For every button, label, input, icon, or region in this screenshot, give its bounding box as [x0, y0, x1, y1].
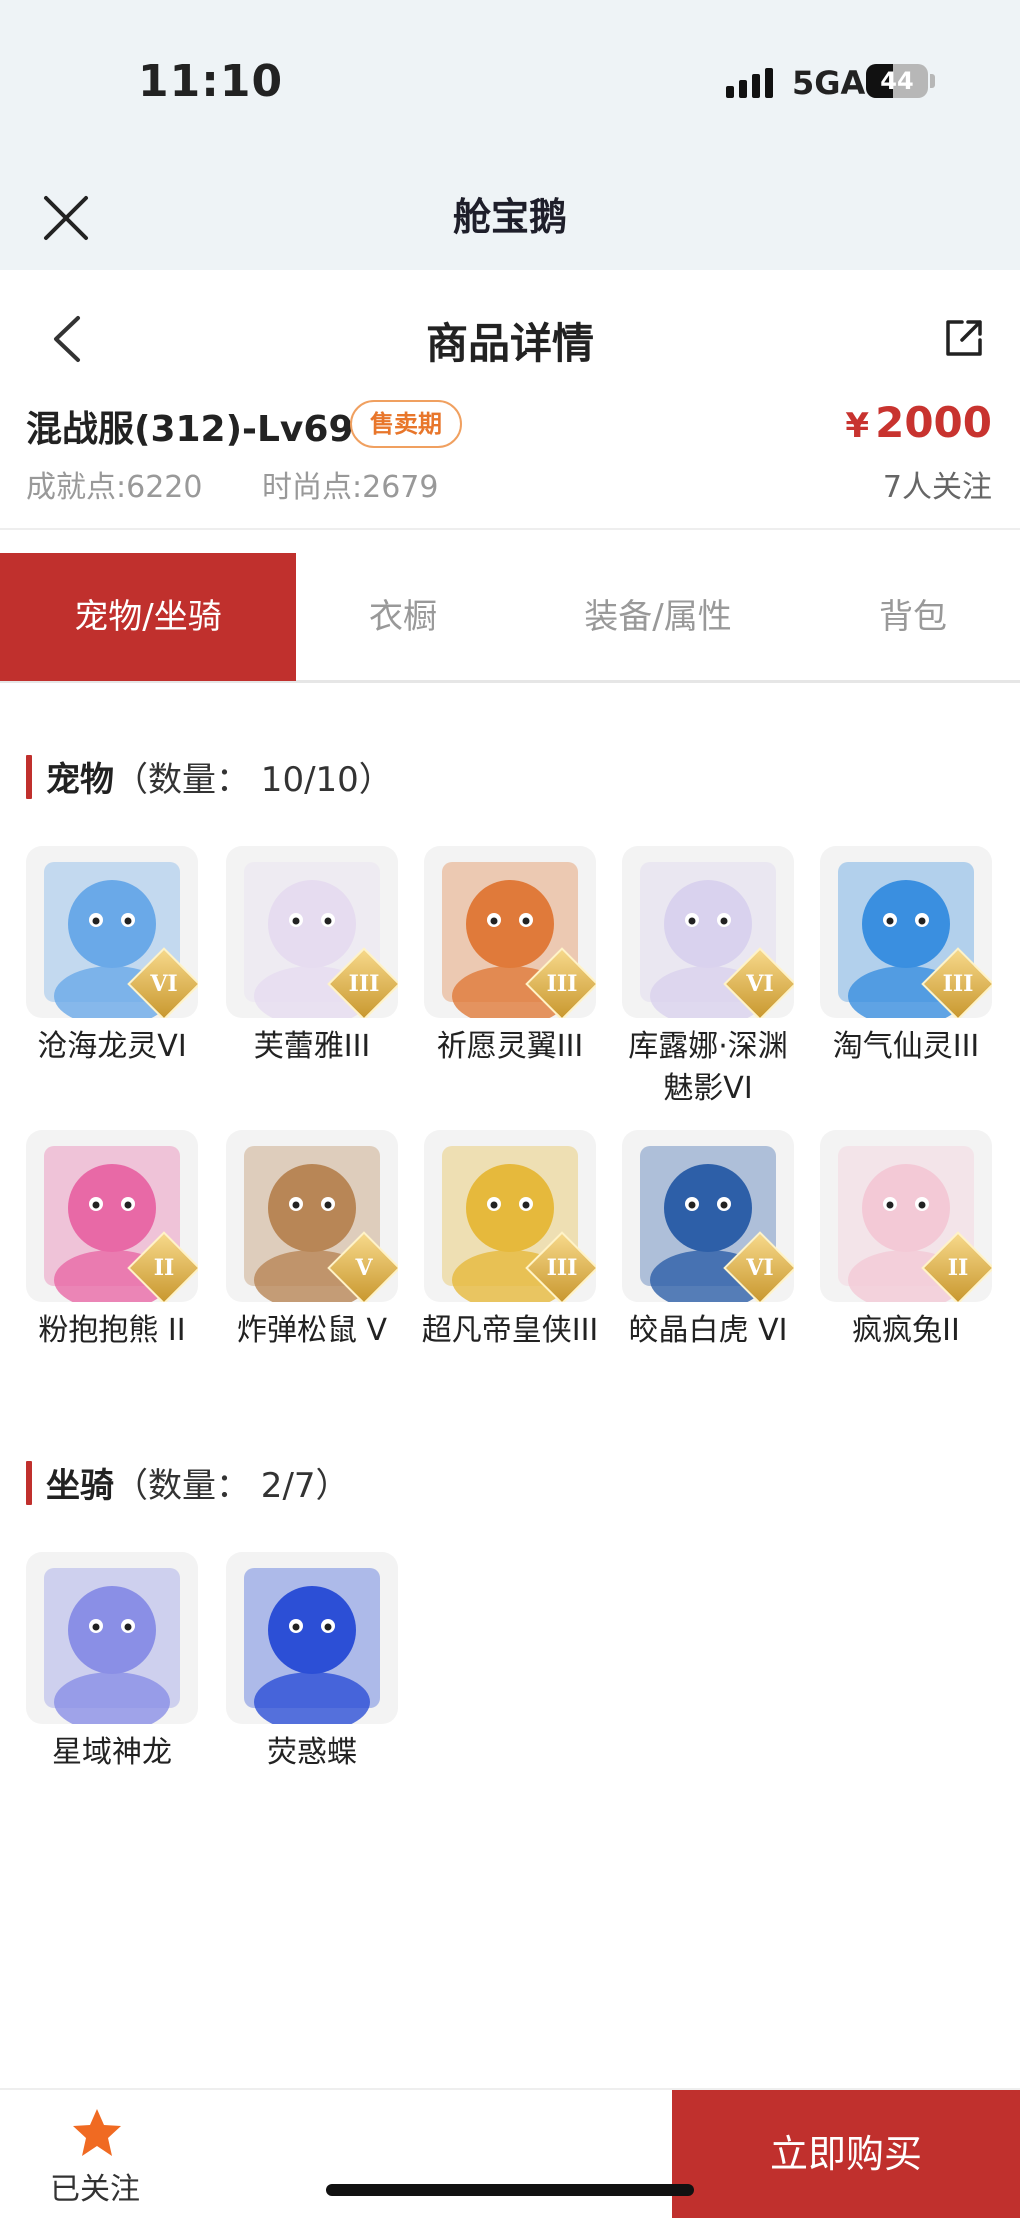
item-card[interactable]: III 超凡帝皇侠III: [420, 1130, 600, 1352]
pets-count: （数量： 10/10）: [114, 760, 393, 800]
network-label: 5GA: [792, 64, 866, 102]
mounts-section-title: 坐骑（数量： 2/7）: [26, 1458, 350, 1507]
tab-backpack[interactable]: 背包: [806, 553, 1020, 681]
follow-button[interactable]: 已关注: [40, 2090, 150, 2218]
star-icon: [73, 2109, 121, 2156]
share-icon: [946, 320, 982, 356]
item-name: 库露娜·深渊魅影VI: [628, 1029, 788, 1106]
mini-program-header: 舱宝鹅: [0, 160, 1020, 270]
tab-equipment[interactable]: 装备/属性: [510, 553, 806, 681]
status-bar: 11:10 5GA 44: [0, 0, 1020, 160]
battery-icon: 44: [866, 64, 928, 98]
status-time: 11:10: [138, 56, 284, 107]
item-name: 芙蕾雅III: [253, 1029, 371, 1064]
item-name: 沧海龙灵VI: [37, 1029, 187, 1064]
tier-label: VI: [746, 1255, 774, 1281]
item-name: 炸弹松鼠 V: [236, 1313, 388, 1348]
item-name: 淘气仙灵III: [832, 1029, 980, 1064]
item-card[interactable]: III 芙蕾雅III: [222, 846, 402, 1068]
golden-knight-icon: III: [424, 1130, 596, 1302]
pets-heading: 宠物: [46, 760, 114, 800]
pink-bear-icon: II: [26, 1130, 198, 1302]
follower-count: 7人关注: [882, 470, 992, 505]
item-name: 超凡帝皇侠III: [421, 1313, 599, 1348]
item-card[interactable]: 荧惑蝶: [222, 1552, 402, 1774]
tier-label: II: [947, 1255, 969, 1281]
tab-pets-mounts[interactable]: 宠物/坐骑: [0, 553, 296, 681]
back-button[interactable]: [48, 314, 88, 364]
star-dragon-icon: [26, 1552, 198, 1724]
item-name: 粉抱抱熊 II: [38, 1313, 186, 1348]
bottom-action-bar: 已关注 立即购买: [0, 2088, 1020, 2218]
angel-girl-icon: III: [226, 846, 398, 1018]
abyss-girl-icon: VI: [622, 846, 794, 1018]
bomb-squirrel-icon: V: [226, 1130, 398, 1302]
item-card[interactable]: 星域神龙: [22, 1552, 202, 1774]
product-summary: 混战服(312)-Lv69 售卖期 ¥2000 成就点:6220 时尚点:267…: [0, 398, 1020, 530]
section-marker: [26, 754, 32, 799]
tier-label: III: [348, 971, 380, 997]
price: ¥2000: [845, 398, 992, 447]
firefly-butterfly-icon: [226, 1552, 398, 1724]
item-card[interactable]: VI 皎晶白虎 VI: [618, 1130, 798, 1352]
share-button[interactable]: [942, 316, 986, 360]
eagle-icon: III: [424, 846, 596, 1018]
mini-program-title: 舱宝鹅: [452, 195, 567, 239]
tab-wardrobe[interactable]: 衣橱: [296, 553, 510, 681]
tier-label: III: [546, 1255, 578, 1281]
follow-label: 已关注: [50, 2172, 140, 2207]
bunny-icon: II: [820, 1130, 992, 1302]
fashion-points: 时尚点:2679: [262, 470, 439, 505]
battery-level: 44: [880, 67, 914, 95]
item-card[interactable]: III 祈愿灵翼III: [420, 846, 600, 1068]
pets-section-title: 宠物（数量： 10/10）: [26, 752, 393, 801]
buy-now-button[interactable]: 立即购买: [672, 2090, 1020, 2218]
tab-bar: 宠物/坐骑 衣橱 装备/属性 背包: [0, 553, 1020, 683]
tier-label: III: [942, 971, 974, 997]
item-card[interactable]: VI 沧海龙灵VI: [22, 846, 202, 1068]
product-name: 混战服(312)-Lv69: [26, 409, 354, 450]
battery-tip: [930, 74, 935, 88]
home-indicator: [326, 2184, 694, 2196]
tier-label: III: [546, 971, 578, 997]
item-name: 皎晶白虎 VI: [628, 1313, 788, 1348]
item-name: 祈愿灵翼III: [436, 1029, 584, 1064]
item-name: 疯疯兔II: [852, 1313, 960, 1348]
status-badge: 售卖期: [350, 400, 462, 448]
item-card[interactable]: VI 库露娜·深渊魅影VI: [618, 846, 798, 1110]
blue-puppy-icon: III: [820, 846, 992, 1018]
currency-symbol: ¥: [845, 406, 870, 446]
item-name: 星域神龙: [52, 1735, 172, 1770]
signal-icon: [726, 68, 773, 98]
tier-label: V: [355, 1255, 373, 1281]
item-card[interactable]: V 炸弹松鼠 V: [222, 1130, 402, 1352]
page-nav: 商品详情: [0, 270, 1020, 400]
white-tiger-icon: VI: [622, 1130, 794, 1302]
chevron-left-icon: [54, 316, 80, 362]
price-value: 2000: [875, 398, 992, 447]
item-card[interactable]: III 淘气仙灵III: [816, 846, 996, 1068]
mounts-count: （数量： 2/7）: [114, 1466, 350, 1506]
item-name: 荧惑蝶: [267, 1735, 357, 1770]
achievement-points: 成就点:6220: [26, 470, 203, 505]
mounts-heading: 坐骑: [46, 1466, 114, 1506]
section-marker: [26, 1460, 32, 1505]
tier-label: VI: [746, 971, 774, 997]
item-card[interactable]: II 粉抱抱熊 II: [22, 1130, 202, 1352]
tier-label: II: [153, 1255, 175, 1281]
item-card[interactable]: II 疯疯兔II: [816, 1130, 996, 1352]
tier-label: VI: [150, 971, 178, 997]
dragon-spirit-icon: VI: [26, 846, 198, 1018]
page-title: 商品详情: [425, 319, 594, 368]
